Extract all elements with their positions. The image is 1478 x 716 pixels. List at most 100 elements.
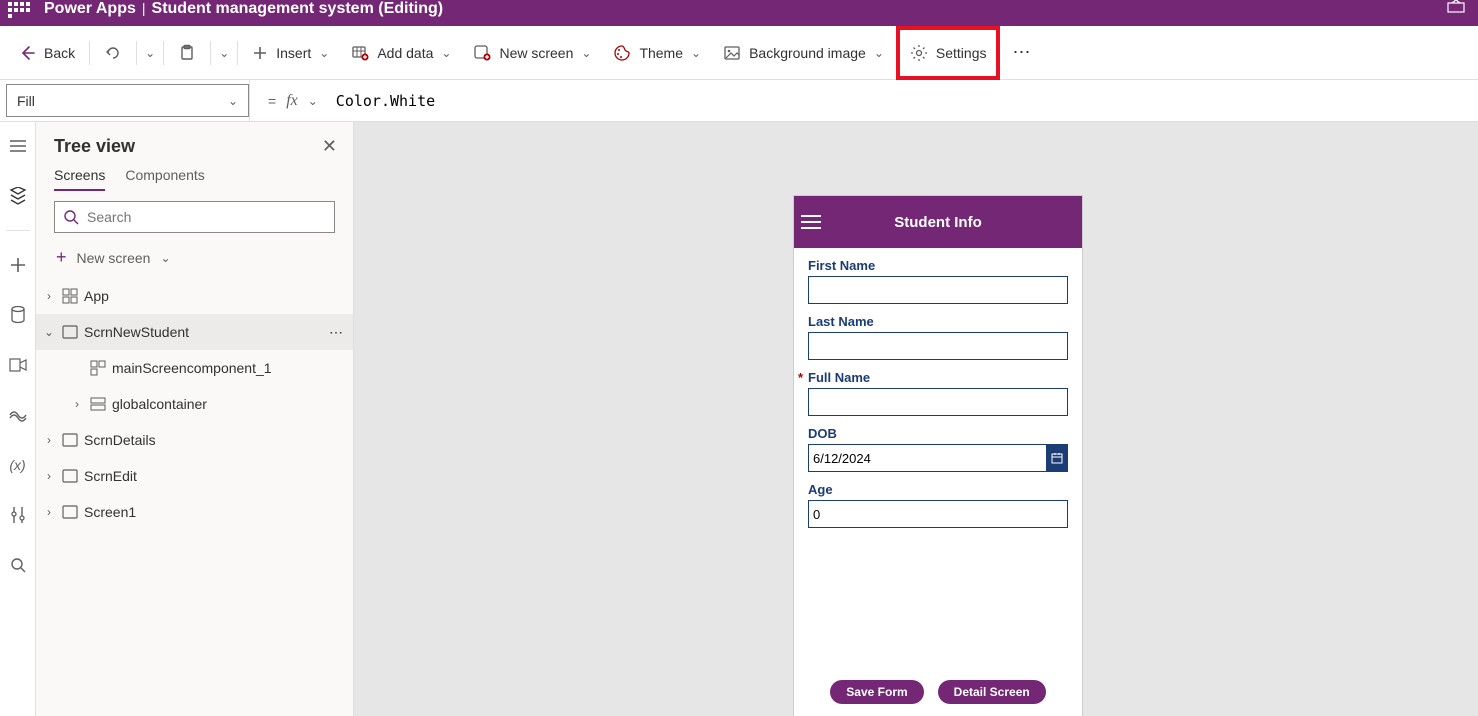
- tab-components[interactable]: Components: [125, 167, 204, 191]
- first-name-input[interactable]: [808, 276, 1068, 304]
- settings-button[interactable]: Settings: [900, 30, 997, 76]
- age-input[interactable]: [808, 500, 1068, 528]
- rail-variables[interactable]: (x): [2, 449, 34, 481]
- dob-input[interactable]: [808, 444, 1046, 472]
- divider: [237, 41, 238, 65]
- component-icon: [90, 360, 106, 376]
- chevron-right-icon[interactable]: ›: [42, 289, 56, 303]
- undo-dropdown[interactable]: ⌄: [141, 33, 159, 73]
- new-screen-button[interactable]: New screen ⌄: [463, 33, 601, 73]
- equals-sign: =: [268, 93, 276, 109]
- calendar-button[interactable]: [1046, 444, 1068, 472]
- full-name-input[interactable]: [808, 388, 1068, 416]
- paste-button[interactable]: [168, 33, 206, 73]
- rail-media[interactable]: [2, 349, 34, 381]
- theme-label: Theme: [639, 45, 683, 61]
- chevron-down-icon: ⌄: [219, 46, 229, 60]
- tree-item-scrn-new-student[interactable]: ⌄ ScrnNewStudent ⋯: [36, 314, 353, 350]
- formula-input[interactable]: [332, 92, 1478, 110]
- rail-data[interactable]: [2, 299, 34, 331]
- calendar-icon: [1051, 452, 1063, 464]
- tree-item-scrn-edit[interactable]: › ScrnEdit: [36, 458, 353, 494]
- waffle-icon[interactable]: [8, 0, 32, 18]
- chevron-down-icon: ⌄: [145, 46, 155, 60]
- tree-tabs: Screens Components: [36, 159, 353, 191]
- undo-button[interactable]: [94, 33, 132, 73]
- chevron-down-icon: ⌄: [874, 46, 884, 60]
- last-name-label: Last Name: [808, 314, 1068, 329]
- tree-search[interactable]: [54, 201, 335, 233]
- chevron-right-icon[interactable]: ›: [42, 433, 56, 447]
- back-button[interactable]: Back: [8, 33, 85, 73]
- hamburger-icon[interactable]: [794, 196, 828, 248]
- arrow-left-icon: [18, 44, 36, 62]
- save-form-button[interactable]: Save Form: [830, 680, 923, 704]
- form-body: First Name Last Name *Full Name DOB: [794, 248, 1082, 670]
- main-area: (x) Tree view ✕ Screens Components: [0, 122, 1478, 716]
- chevron-down-icon: ⌄: [319, 46, 329, 60]
- screen-icon: [62, 433, 78, 447]
- data-icon: [351, 44, 369, 62]
- chevron-down-icon[interactable]: ⌄: [308, 94, 318, 108]
- detail-screen-button[interactable]: Detail Screen: [938, 680, 1046, 704]
- tree-item-label: App: [84, 288, 343, 304]
- chevron-right-icon[interactable]: ›: [70, 397, 84, 411]
- form-header: Student Info: [794, 196, 1082, 248]
- tree-item-screen1[interactable]: › Screen1: [36, 494, 353, 530]
- required-star: *: [798, 370, 804, 385]
- last-name-input[interactable]: [808, 332, 1068, 360]
- overflow-button[interactable]: ⋯: [1002, 33, 1040, 73]
- screen-icon: [62, 505, 78, 519]
- chevron-down-icon: ⌄: [581, 46, 591, 60]
- tree-item-label: globalcontainer: [112, 396, 343, 412]
- rail-tree-view[interactable]: [2, 180, 34, 212]
- insert-button[interactable]: Insert ⌄: [242, 33, 339, 73]
- close-icon: ✕: [322, 136, 337, 156]
- paste-dropdown[interactable]: ⌄: [215, 33, 233, 73]
- tree-item-label: ScrnDetails: [84, 432, 343, 448]
- bg-image-button[interactable]: Background image ⌄: [713, 33, 894, 73]
- new-screen-label: New screen: [499, 45, 573, 61]
- theme-button[interactable]: Theme ⌄: [603, 33, 711, 73]
- undo-icon: [104, 44, 122, 62]
- rail-hamburger[interactable]: [2, 130, 34, 162]
- screen-icon: [62, 469, 78, 483]
- app-name-label: Student management system (Editing): [152, 0, 444, 18]
- tree-item-global-container[interactable]: › globalcontainer: [36, 386, 353, 422]
- search-input[interactable]: [87, 209, 326, 225]
- add-data-button[interactable]: Add data ⌄: [341, 33, 461, 73]
- property-selector[interactable]: Fill ⌄: [6, 84, 249, 117]
- container-icon: [90, 397, 106, 411]
- dob-label: DOB: [808, 426, 1068, 441]
- chevron-down-icon[interactable]: ⌄: [42, 325, 56, 339]
- divider: [136, 41, 137, 65]
- back-label: Back: [44, 45, 75, 61]
- tree-panel: Tree view ✕ Screens Components + New scr…: [36, 122, 354, 716]
- tree-item-main-component[interactable]: mainScreencomponent_1: [36, 350, 353, 386]
- rail-search[interactable]: [2, 549, 34, 581]
- tree-item-scrn-details[interactable]: › ScrnDetails: [36, 422, 353, 458]
- rail-flows[interactable]: [2, 399, 34, 431]
- tab-screens[interactable]: Screens: [54, 167, 105, 191]
- item-overflow[interactable]: ⋯: [329, 324, 343, 341]
- close-button[interactable]: ✕: [322, 136, 337, 157]
- tree-new-screen[interactable]: + New screen ⌄: [36, 241, 353, 278]
- canvas[interactable]: Student Info First Name Last Name *Full …: [354, 122, 1478, 716]
- field-last-name: Last Name: [808, 314, 1068, 360]
- rail-tools[interactable]: [2, 499, 34, 531]
- divider: [163, 41, 164, 65]
- chevron-down-icon: ⌄: [160, 251, 170, 265]
- tree-item-app[interactable]: › App: [36, 278, 353, 314]
- tree-item-label: mainScreencomponent_1: [112, 360, 343, 376]
- full-name-label: Full Name: [808, 370, 870, 385]
- settings-highlight-box: Settings: [896, 26, 1001, 80]
- chevron-right-icon[interactable]: ›: [42, 469, 56, 483]
- rail-insert[interactable]: [2, 249, 34, 281]
- fx-icon: fx: [286, 92, 298, 110]
- chevron-right-icon[interactable]: ›: [42, 505, 56, 519]
- field-dob: DOB: [808, 426, 1068, 472]
- image-icon: [723, 44, 741, 62]
- header-tool-icon[interactable]: [1442, 0, 1470, 20]
- tree-item-label: ScrnNewStudent: [84, 324, 323, 340]
- form-footer: Save Form Detail Screen: [794, 670, 1082, 716]
